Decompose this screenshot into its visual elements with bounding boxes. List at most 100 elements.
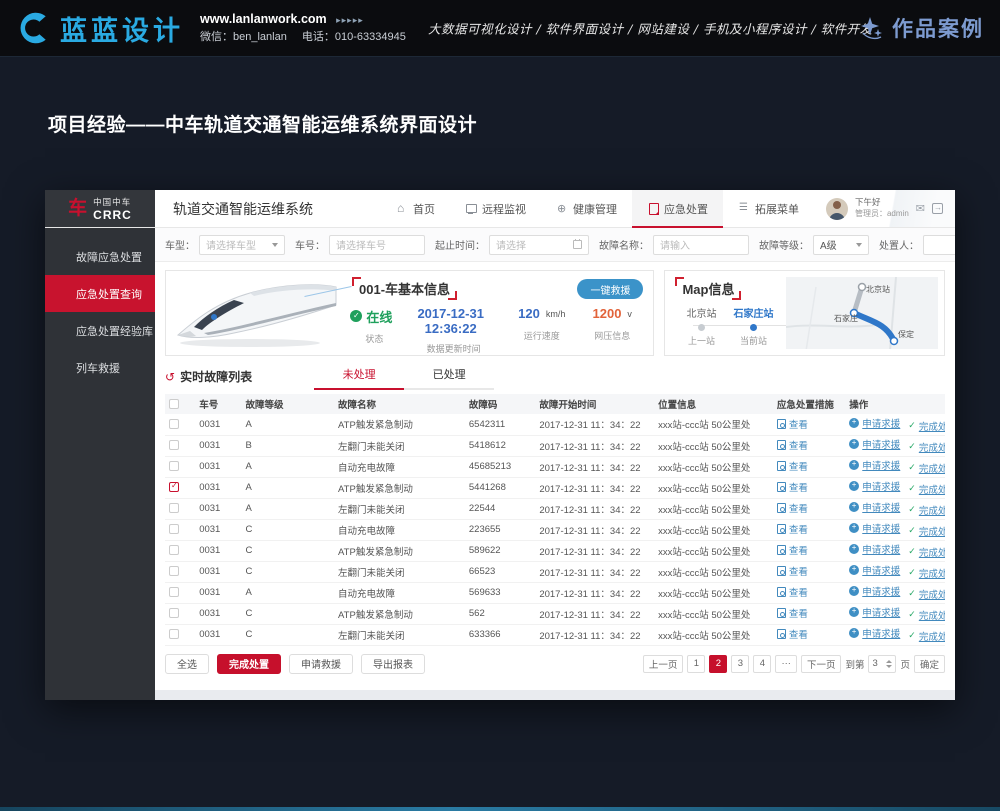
- complete-handling-link[interactable]: ✓ 完成处理: [908, 440, 945, 454]
- filter-label: 车型：: [165, 237, 195, 252]
- view-measures-link[interactable]: 查看: [777, 459, 808, 473]
- row-checkbox[interactable]: [169, 482, 179, 492]
- filter-input[interactable]: 请选择: [489, 235, 589, 255]
- row-checkbox[interactable]: [169, 440, 179, 450]
- request-rescue-link[interactable]: 申请求援: [849, 584, 900, 598]
- nav-item[interactable]: 健康管理: [541, 190, 632, 227]
- nav-item[interactable]: 远程监视: [450, 190, 541, 227]
- row-checkbox[interactable]: [169, 545, 179, 555]
- filter-input[interactable]: 请输入: [653, 235, 749, 255]
- row-checkbox[interactable]: [169, 461, 179, 471]
- complete-handling-link[interactable]: ✓ 完成处理: [908, 545, 945, 559]
- row-checkbox[interactable]: [169, 503, 179, 513]
- row-checkbox[interactable]: [169, 419, 179, 429]
- prev-page-button[interactable]: 上一页: [643, 655, 684, 673]
- page-number-button[interactable]: 4: [753, 655, 771, 673]
- request-rescue-link[interactable]: 申请求援: [849, 437, 900, 451]
- stat-value: 2017-12-31 12:36:22: [401, 306, 501, 336]
- complete-handling-link[interactable]: ✓ 完成处理: [908, 587, 945, 601]
- complete-handling-link[interactable]: ✓ 完成处理: [908, 608, 945, 622]
- view-measures-link[interactable]: 查看: [777, 585, 808, 599]
- mini-map[interactable]: 北京站 石家庄 保定: [786, 277, 938, 349]
- goto-page-input[interactable]: 3: [868, 655, 896, 673]
- row-checkbox[interactable]: [169, 524, 179, 534]
- brand-en: CRRC: [93, 208, 132, 222]
- request-rescue-link[interactable]: 申请求援: [849, 542, 900, 556]
- spinner-arrows-icon[interactable]: [886, 660, 892, 668]
- portfolio-link[interactable]: 作品案例: [859, 13, 984, 43]
- row-checkbox[interactable]: [169, 566, 179, 576]
- complete-handling-link[interactable]: ✓ 完成处理: [908, 461, 945, 475]
- complete-handling-link[interactable]: ✓ 完成处理: [908, 566, 945, 580]
- filter-label: 起止时间：: [435, 237, 485, 252]
- request-rescue-link[interactable]: 申请求援: [849, 605, 900, 619]
- lanlan-logo[interactable]: 蓝蓝设计: [16, 9, 184, 48]
- view-measures-link[interactable]: 查看: [777, 543, 808, 557]
- view-measures-link[interactable]: 查看: [777, 480, 808, 494]
- confirm-button[interactable]: 确定: [914, 655, 945, 673]
- complete-handling-link[interactable]: ✓ 完成处理: [908, 482, 945, 496]
- request-rescue-link[interactable]: 申请求援: [849, 521, 900, 535]
- view-measures-link[interactable]: 查看: [777, 501, 808, 515]
- mail-icon[interactable]: ✉: [916, 202, 925, 215]
- nav-item[interactable]: 拓展菜单: [723, 190, 814, 227]
- view-measures-link[interactable]: 查看: [777, 606, 808, 620]
- chevron-down-icon: [272, 243, 278, 247]
- info-cards: 001-车基本信息 一键救援 ✓ 在线 状态: [155, 262, 955, 364]
- request-rescue-link[interactable]: 申请求援: [849, 500, 900, 514]
- row-checkbox[interactable]: [169, 629, 179, 639]
- cell-location: xxx站-ccc站 50公里处: [654, 477, 773, 498]
- nav-item[interactable]: 首页: [381, 190, 450, 227]
- action-button[interactable]: 申请救援: [289, 654, 353, 674]
- row-checkbox[interactable]: [169, 608, 179, 618]
- logout-icon[interactable]: [932, 203, 943, 214]
- action-button[interactable]: 导出报表: [361, 654, 425, 674]
- page-number-button[interactable]: 3: [731, 655, 749, 673]
- plus-circle-icon: [849, 586, 859, 596]
- page-number-button[interactable]: 1: [687, 655, 705, 673]
- page-number-button[interactable]: ···: [775, 655, 797, 673]
- one-key-rescue-button[interactable]: 一键救援: [577, 279, 643, 299]
- sidebar-item[interactable]: 应急处置查询: [45, 275, 155, 312]
- table-tab[interactable]: 未处理: [314, 366, 404, 390]
- complete-link-label: 完成处理: [919, 545, 945, 559]
- avatar[interactable]: [826, 198, 848, 220]
- sidebar-item[interactable]: 故障应急处置: [45, 238, 155, 275]
- complete-handling-link[interactable]: ✓ 完成处理: [908, 524, 945, 538]
- request-rescue-link[interactable]: 申请求援: [849, 626, 900, 640]
- stat-value: 120: [518, 306, 540, 321]
- train-stat: 1200 v 网压信息: [577, 305, 647, 355]
- page-number-button[interactable]: 2: [709, 655, 727, 673]
- sidebar-item[interactable]: 应急处置经验库: [45, 312, 155, 349]
- cell-start-time: 2017-12-31 11：34：22: [535, 477, 654, 498]
- complete-handling-link[interactable]: ✓ 完成处理: [908, 629, 945, 643]
- complete-link-label: 完成处理: [919, 566, 945, 580]
- request-rescue-link[interactable]: 申请求援: [849, 479, 900, 493]
- request-rescue-link[interactable]: 申请求援: [849, 458, 900, 472]
- filter-input[interactable]: [923, 235, 955, 255]
- website-url[interactable]: www.lanlanwork.com: [200, 12, 327, 26]
- next-page-button[interactable]: 下一页: [801, 655, 842, 673]
- table-row: 0031 C 左翻门未能关闭 66523 2017-12-31 11：34：22…: [165, 561, 945, 582]
- plus-circle-icon: [849, 523, 859, 533]
- filter-input[interactable]: 请选择车号: [329, 235, 425, 255]
- sidebar-item[interactable]: 列车救援: [45, 349, 155, 386]
- nav-item[interactable]: 应急处置: [632, 190, 723, 227]
- view-measures-link[interactable]: 查看: [777, 564, 808, 578]
- request-rescue-link[interactable]: 申请求援: [849, 416, 900, 430]
- row-checkbox[interactable]: [169, 587, 179, 597]
- request-rescue-link[interactable]: 申请求援: [849, 563, 900, 577]
- complete-handling-link[interactable]: ✓ 完成处置: [908, 419, 945, 433]
- view-measures-link[interactable]: 查看: [777, 627, 808, 641]
- table-tab[interactable]: 已处理: [404, 366, 494, 390]
- station-dot: [750, 324, 757, 331]
- filter-input[interactable]: A级: [813, 235, 869, 255]
- view-measures-link[interactable]: 查看: [777, 522, 808, 536]
- complete-handling-link[interactable]: ✓ 完成处理: [908, 503, 945, 517]
- action-button[interactable]: 完成处置: [217, 654, 281, 674]
- view-measures-link[interactable]: 查看: [777, 417, 808, 431]
- select-all-checkbox[interactable]: [169, 399, 179, 409]
- view-measures-link[interactable]: 查看: [777, 438, 808, 452]
- filter-input[interactable]: 请选择车型: [199, 235, 285, 255]
- action-button[interactable]: 全选: [165, 654, 209, 674]
